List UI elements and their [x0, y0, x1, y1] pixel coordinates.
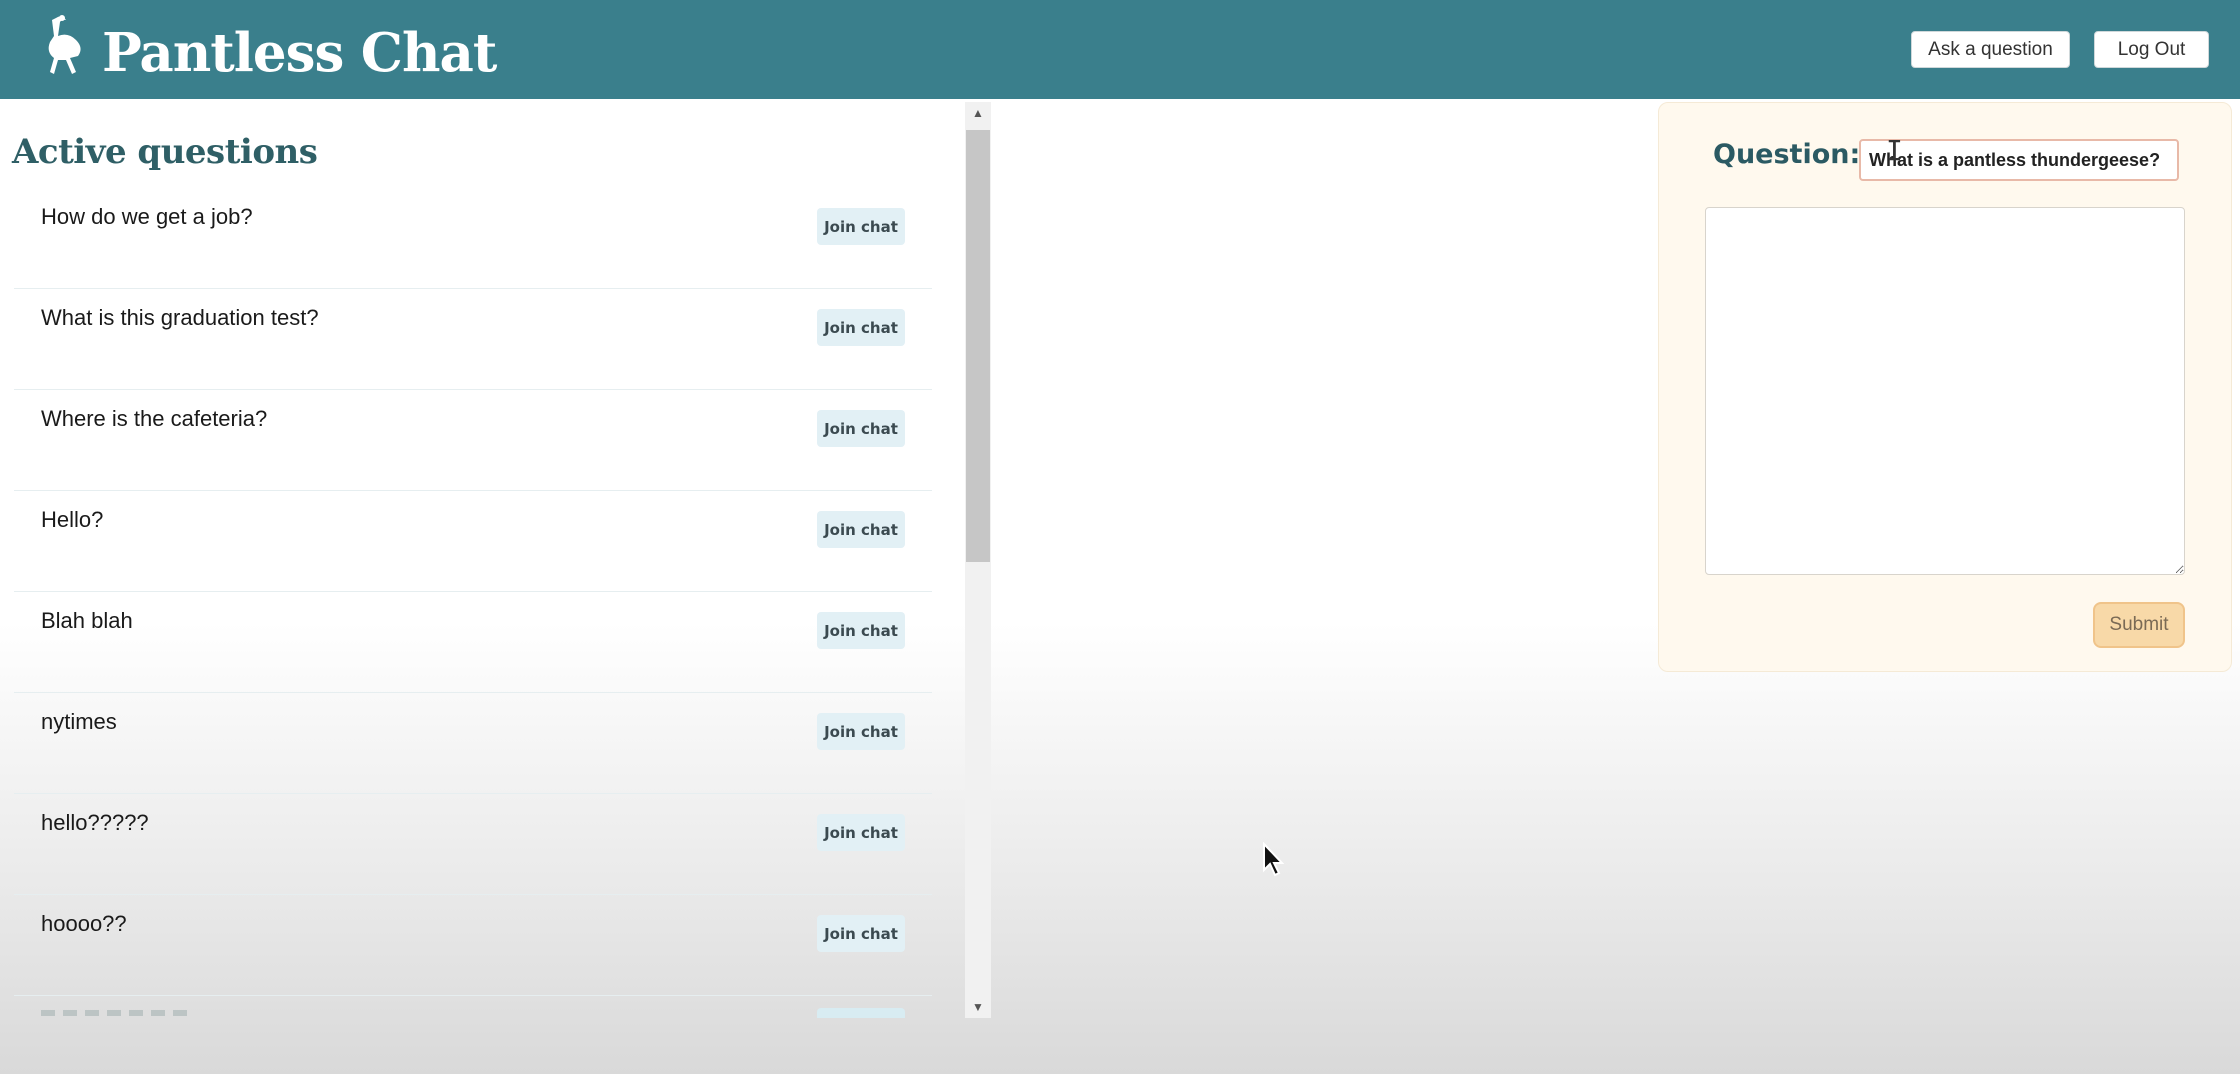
question-text-clipped [41, 1010, 191, 1016]
join-chat-button[interactable]: Join chat [817, 915, 905, 952]
ostrich-logo-icon [48, 15, 81, 74]
active-questions-heading: Active questions [12, 132, 318, 172]
mouse-pointer-icon [1263, 842, 1285, 877]
question-text: What is this graduation test? [41, 305, 319, 330]
scroll-up-icon[interactable]: ▲ [965, 102, 991, 124]
question-label: Question: [1713, 139, 1861, 170]
question-row-partial [14, 996, 932, 1018]
top-nav-bar: Pantless Chat Ask a question Log Out [0, 0, 2240, 99]
question-list-scrollbar[interactable]: ▲ ▼ [965, 102, 991, 1018]
question-row: nytimes Join chat [14, 693, 932, 794]
question-row: Blah blah Join chat [14, 592, 932, 693]
submit-button[interactable]: Submit [2093, 602, 2185, 648]
join-chat-button[interactable]: Join chat [817, 208, 905, 245]
active-questions-panel[interactable]: Active questions How do we get a job? Jo… [0, 102, 994, 1018]
question-input[interactable] [1859, 139, 2179, 181]
text-cursor-icon: I [1886, 134, 1903, 167]
question-text: How do we get a job? [41, 204, 253, 229]
app-title[interactable]: Pantless Chat [102, 18, 497, 88]
scrollbar-thumb[interactable] [966, 130, 990, 562]
question-text: hoooo?? [41, 911, 127, 936]
question-row: hoooo?? Join chat [14, 895, 932, 996]
ask-question-form: Question: I Submit [1658, 102, 2232, 672]
join-chat-button-clipped[interactable] [817, 1008, 905, 1018]
join-chat-button[interactable]: Join chat [817, 713, 905, 750]
join-chat-button[interactable]: Join chat [817, 612, 905, 649]
question-row: How do we get a job? Join chat [14, 188, 932, 289]
scroll-down-icon[interactable]: ▼ [965, 996, 991, 1018]
question-text: nytimes [41, 709, 117, 734]
question-text: Blah blah [41, 608, 133, 633]
question-row: Hello? Join chat [14, 491, 932, 592]
question-list: How do we get a job? Join chat What is t… [14, 188, 932, 1018]
join-chat-button[interactable]: Join chat [817, 309, 905, 346]
question-details-textarea[interactable] [1705, 207, 2185, 575]
logout-button[interactable]: Log Out [2094, 31, 2209, 68]
question-row: Where is the cafeteria? Join chat [14, 390, 932, 491]
question-text: Hello? [41, 507, 104, 532]
join-chat-button[interactable]: Join chat [817, 410, 905, 447]
join-chat-button[interactable]: Join chat [817, 511, 905, 548]
question-text: Where is the cafeteria? [41, 406, 268, 431]
ask-question-button[interactable]: Ask a question [1911, 31, 2070, 68]
question-row: hello????? Join chat [14, 794, 932, 895]
join-chat-button[interactable]: Join chat [817, 814, 905, 851]
question-row: What is this graduation test? Join chat [14, 289, 932, 390]
question-text: hello????? [41, 810, 149, 835]
